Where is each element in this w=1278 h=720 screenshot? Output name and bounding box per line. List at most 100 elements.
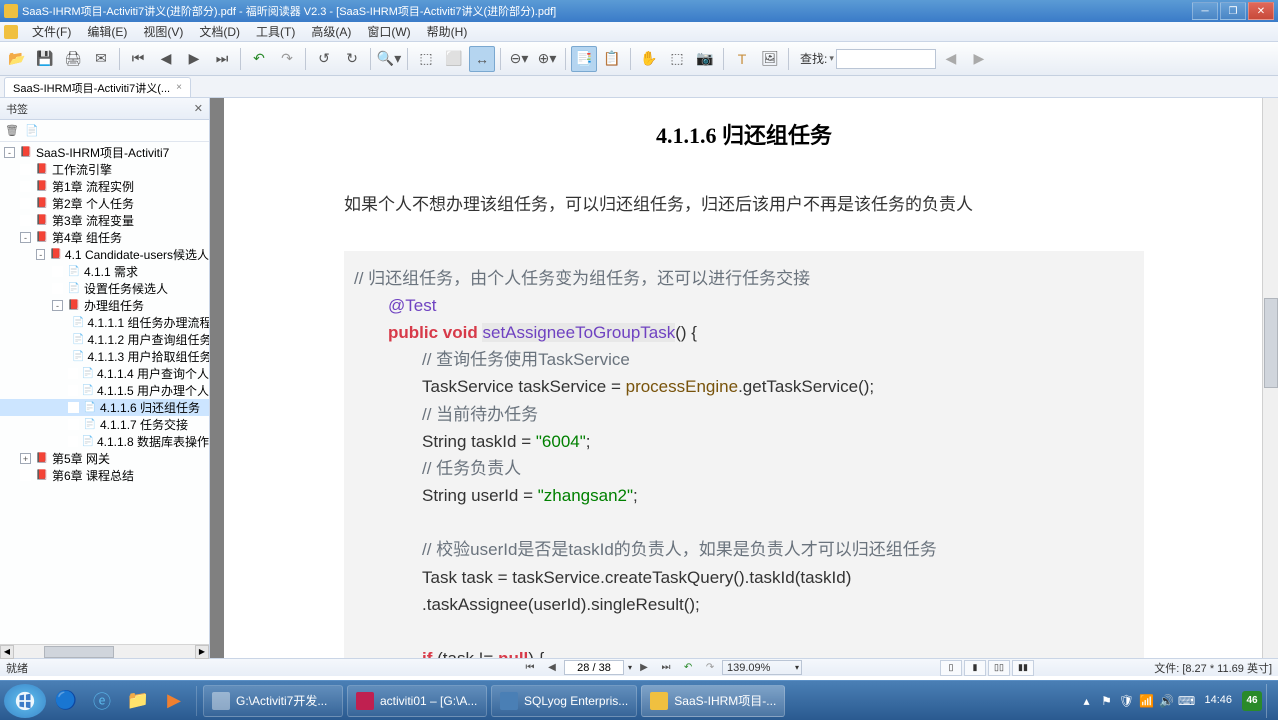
tree-toggle-icon[interactable]: + [20,453,31,464]
email-button[interactable]: ✉ [88,46,114,72]
rotate-left-button[interactable]: ↺ [311,46,337,72]
menu-edit[interactable]: 编辑(E) [79,23,135,40]
add-bookmark-icon[interactable]: 📄 [24,123,40,139]
view-single-button[interactable]: ▯ [940,660,962,676]
menu-window[interactable]: 窗口(W) [359,23,418,40]
bookmark-node[interactable]: 📕第6章 课程总结 [0,467,209,484]
bookmark-node[interactable]: +📕第5章 网关 [0,450,209,467]
delete-bookmark-icon[interactable]: 🗑 [4,123,20,139]
bookmark-node[interactable]: 📕工作流引擎 [0,161,209,178]
tray-show-hidden-icon[interactable]: ▴ [1078,693,1094,709]
scroll-thumb[interactable] [1264,298,1278,388]
bookmark-node[interactable]: -📕SaaS-IHRM项目-Activiti7 [0,144,209,161]
document-tab[interactable]: SaaS-IHRM项目-Activiti7讲义(... × [4,77,191,97]
tab-close-button[interactable]: × [176,82,182,93]
maximize-button[interactable]: ❐ [1220,2,1246,20]
bookmark-node[interactable]: -📕4.1 Candidate-users候选人 [0,246,209,263]
quick-launch-media[interactable]: ▶ [158,685,190,717]
image-tool-button[interactable]: 🖼 [757,46,783,72]
select-tool-button[interactable]: ⬚ [664,46,690,72]
menu-view[interactable]: 视图(V) [135,23,191,40]
print-button[interactable]: 🖨 [60,46,86,72]
prev-page-nav-button[interactable]: ◀ [542,660,562,676]
bookmarks-panel-button[interactable]: 📑 [571,46,597,72]
start-button[interactable] [4,684,46,718]
search-dropdown-icon[interactable]: ▾ [829,53,834,64]
menu-document[interactable]: 文档(D) [191,23,248,40]
scroll-left-icon[interactable]: ◀ [0,645,14,659]
show-desktop-button[interactable] [1266,684,1274,718]
quick-launch-1[interactable]: 🔵 [50,685,82,717]
close-button[interactable]: ✕ [1248,2,1274,20]
bookmark-node[interactable]: -📕第4章 组任务 [0,229,209,246]
zoom-button[interactable]: 🔍▾ [376,46,402,72]
tree-toggle-icon[interactable]: - [4,147,15,158]
minimize-button[interactable]: ─ [1192,2,1218,20]
document-viewport[interactable]: 4.1.1.6 归还组任务 如果个人不想办理该组任务，可以归还组任务，归还后该用… [210,98,1278,658]
bookmark-node[interactable]: 📄4.1.1 需求 [0,263,209,280]
snapshot-button[interactable]: 📷 [692,46,718,72]
taskbar-item-explorer[interactable]: G:\Activiti7开发... [203,685,343,717]
first-page-nav-button[interactable]: ⏮ [520,660,540,676]
bookmark-node[interactable]: 📕第2章 个人任务 [0,195,209,212]
last-page-nav-button[interactable]: ⏭ [656,660,676,676]
taskbar-clock[interactable]: 14:46 [1198,694,1238,706]
hand-tool-button[interactable]: ✋ [636,46,662,72]
fit-width-button[interactable]: ↔ [469,46,495,72]
view-continuous-facing-button[interactable]: ▮▮ [1012,660,1034,676]
forward-button[interactable]: ↷ [274,46,300,72]
tray-network-icon[interactable]: 📶 [1138,693,1154,709]
fit-actual-button[interactable]: ⬚ [413,46,439,72]
bookmark-node[interactable]: -📕办理组任务 [0,297,209,314]
scroll-right-icon[interactable]: ▶ [195,645,209,659]
tree-toggle-icon[interactable]: - [20,232,31,243]
tray-security-icon[interactable]: 🛡 [1118,693,1134,709]
tree-horizontal-scrollbar[interactable]: ◀ ▶ [0,644,209,658]
rotate-right-button[interactable]: ↻ [339,46,365,72]
search-next-button[interactable]: ▶ [966,46,992,72]
search-input[interactable] [836,49,936,69]
menu-file[interactable]: 文件(F) [24,23,79,40]
view-facing-button[interactable]: ▯▯ [988,660,1010,676]
first-page-button[interactable]: ⏮ [125,46,151,72]
text-tool-button[interactable]: T [729,46,755,72]
view-continuous-button[interactable]: ▮ [964,660,986,676]
menu-tools[interactable]: 工具(T) [248,23,303,40]
bookmark-node[interactable]: 📄4.1.1.4 用户查询个人 [0,365,209,382]
bookmark-node[interactable]: 📕第1章 流程实例 [0,178,209,195]
tray-flag-icon[interactable]: ⚑ [1098,693,1114,709]
page-number-input[interactable] [564,660,624,675]
zoom-out-button[interactable]: ⊖▾ [506,46,532,72]
content-vertical-scrollbar[interactable] [1262,98,1278,658]
next-page-nav-button[interactable]: ▶ [634,660,654,676]
prev-page-button[interactable]: ◀ [153,46,179,72]
bookmark-node[interactable]: 📄4.1.1.7 任务交接 [0,416,209,433]
tray-volume-icon[interactable]: 🔊 [1158,693,1174,709]
bookmark-node[interactable]: 📄设置任务候选人 [0,280,209,297]
last-page-button[interactable]: ⏭ [209,46,235,72]
nav-back-button[interactable]: ↶ [678,660,698,676]
bookmark-node[interactable]: 📄4.1.1.2 用户查询组任务 [0,331,209,348]
back-button[interactable]: ↶ [246,46,272,72]
bookmark-tree[interactable]: -📕SaaS-IHRM项目-Activiti7📕工作流引擎📕第1章 流程实例📕第… [0,142,209,644]
taskbar-item-foxit[interactable]: SaaS-IHRM项目-... [641,685,785,717]
layers-panel-button[interactable]: 📋 [599,46,625,72]
sidebar-close-button[interactable]: ✕ [194,102,203,115]
bookmark-node[interactable]: 📕第3章 流程变量 [0,212,209,229]
bookmark-node[interactable]: 📄4.1.1.8 数据库表操作 [0,433,209,450]
zoom-in-button[interactable]: ⊕▾ [534,46,560,72]
taskbar-item-intellij[interactable]: activiti01 – [G:\A... [347,685,487,717]
bookmark-node[interactable]: 📄4.1.1.3 用户拾取组任务 [0,348,209,365]
tree-toggle-icon[interactable]: - [36,249,45,260]
bookmark-node[interactable]: 📄4.1.1.5 用户办理个人 [0,382,209,399]
taskbar-item-sqlyog[interactable]: SQLyog Enterpris... [491,685,637,717]
search-prev-button[interactable]: ◀ [938,46,964,72]
nav-forward-button[interactable]: ↷ [700,660,720,676]
save-button[interactable]: 💾 [32,46,58,72]
tray-ime-icon[interactable]: ⌨ [1178,693,1194,709]
bookmark-node[interactable]: 📄4.1.1.6 归还组任务 [0,399,209,416]
zoom-display[interactable]: 139.09% ▾ [722,660,802,675]
tray-badge[interactable]: 46 [1242,691,1262,711]
page-dropdown-icon[interactable]: ▾ [628,663,632,672]
tree-toggle-icon[interactable]: - [52,300,63,311]
